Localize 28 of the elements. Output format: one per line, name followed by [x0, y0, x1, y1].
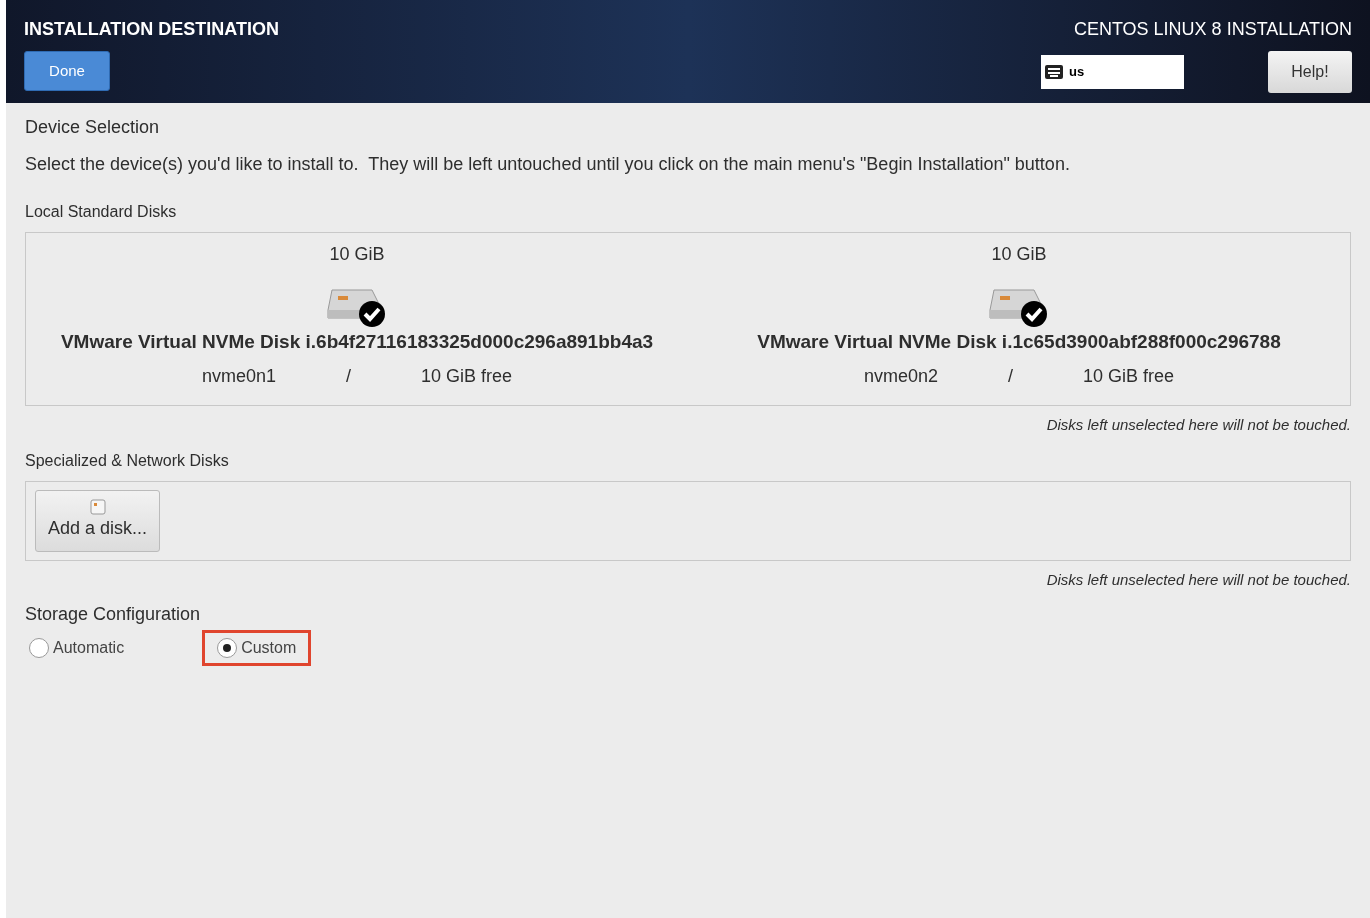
free-space: 10 GiB free	[421, 364, 513, 388]
section-heading: Storage Configuration	[25, 603, 202, 626]
disk-size: 10 GiB	[329, 243, 385, 266]
disk-name: VMware Virtual NVMe Disk i.6b4f27116183325d000c296a891bb4a3	[60, 330, 654, 354]
description-text: Select the device(s) you'd like to install to. They will be left untouched until you click on the main menu's "Begin Installation" button.	[25, 153, 1071, 176]
mount-separator: /	[1008, 364, 1013, 388]
disk-item[interactable]: 10 GiB VMware Virtual NVMe Disk i.1c65d3900abf288f000c296788 nvme0n2 / 10 GiB free	[688, 233, 1350, 405]
screen-title: INSTALLATION DESTINATION	[24, 18, 279, 41]
device-name: nvme0n1	[201, 364, 276, 388]
section-heading: Specialized & Network Disks	[25, 450, 230, 471]
done-button[interactable]: Done	[24, 51, 110, 91]
device-name: nvme0n2	[863, 364, 938, 388]
radio-option[interactable]: Automatic	[29, 636, 125, 660]
disk-size: 10 GiB	[991, 243, 1047, 266]
section-heading: Device Selection	[25, 116, 161, 139]
keyboard-icon	[1045, 65, 1063, 79]
keyboard-layout-field[interactable]: us	[1041, 55, 1184, 89]
free-space: 10 GiB free	[1083, 364, 1175, 388]
product-title: CENTOS LINUX 8 INSTALLATION	[1073, 18, 1352, 41]
mount-separator: /	[346, 364, 351, 388]
note-text: Disks left unselected here will not be touched.	[1046, 415, 1351, 435]
disk-item[interactable]: 10 GiB VMware Virtual NVMe Disk i.6b4f27116183325d000c296a891bb4a3 nvme0n1 / 10 GiB free	[26, 233, 688, 405]
add-disk-button[interactable]: Add a disk...	[35, 489, 161, 552]
disk-name: VMware Virtual NVMe Disk i.1c65d3900abf288f000c296788	[757, 330, 1281, 354]
help-button[interactable]: Help!	[1268, 51, 1352, 93]
radio-option[interactable]: Custom	[217, 636, 297, 660]
section-heading: Local Standard Disks	[25, 202, 178, 222]
note-text: Disks left unselected here will not be touched.	[1046, 569, 1351, 590]
